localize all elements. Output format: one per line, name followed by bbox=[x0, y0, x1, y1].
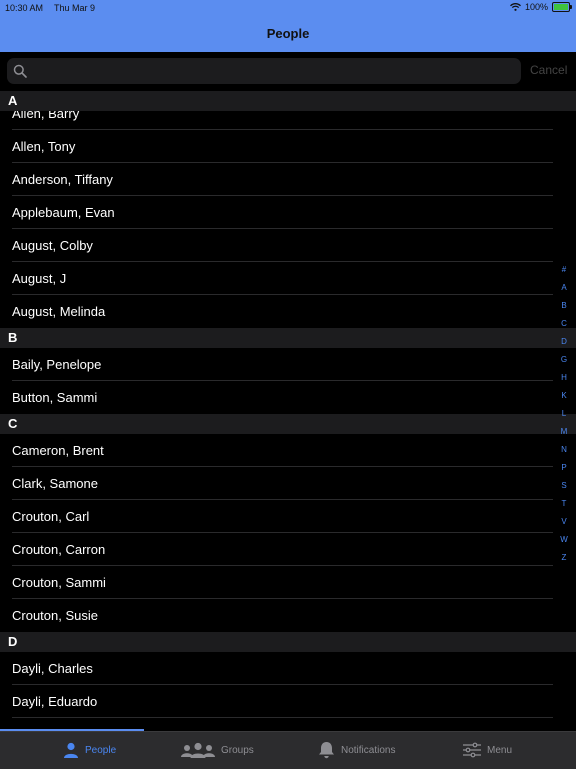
section-header: A bbox=[0, 91, 576, 111]
tab-people[interactable]: People bbox=[63, 738, 116, 762]
tab-label: Menu bbox=[487, 744, 513, 756]
navigation-header: 10:30 AM Thu Mar 9 100% People bbox=[0, 0, 576, 52]
index-letter[interactable]: V bbox=[558, 513, 570, 531]
index-letter[interactable]: Z bbox=[558, 549, 570, 567]
list-item[interactable]: August, Melinda bbox=[0, 295, 576, 328]
list-item[interactable]: Allen, Tony bbox=[0, 130, 576, 163]
index-letter[interactable]: M bbox=[558, 423, 570, 441]
index-letter[interactable]: L bbox=[558, 405, 570, 423]
list-item[interactable]: Dayli, Eduardo bbox=[0, 685, 576, 718]
tab-groups[interactable]: Groups bbox=[181, 738, 254, 762]
index-letter[interactable]: T bbox=[558, 495, 570, 513]
contact-name: Crouton, Susie bbox=[12, 608, 98, 623]
tab-notifications[interactable]: Notifications bbox=[318, 738, 395, 762]
battery-icon bbox=[552, 2, 572, 12]
index-letter[interactable]: D bbox=[558, 333, 570, 351]
contact-name: Allen, Tony bbox=[12, 139, 76, 154]
search-bar: Cancel bbox=[0, 53, 576, 90]
index-letter[interactable]: C bbox=[558, 315, 570, 333]
contact-name: August, Colby bbox=[12, 238, 93, 253]
search-input[interactable] bbox=[33, 58, 517, 86]
page-title: People bbox=[266, 26, 310, 41]
list-item[interactable]: Crouton, Susie bbox=[0, 599, 576, 632]
contact-name: Crouton, Carron bbox=[12, 542, 106, 557]
contact-name: Button, Sammi bbox=[12, 390, 98, 405]
list-item[interactable]: Applebaum, Evan bbox=[0, 196, 576, 229]
section-header: B bbox=[0, 328, 576, 348]
index-letter[interactable]: # bbox=[558, 261, 570, 279]
tab-label: Groups bbox=[221, 744, 254, 756]
contact-name: Anderson, Tiffany bbox=[12, 172, 113, 187]
list-item[interactable]: Crouton, Sammi bbox=[0, 566, 576, 599]
tab-label: People bbox=[85, 744, 117, 756]
contact-name: Baily, Penelope bbox=[12, 357, 102, 372]
list-item[interactable]: Cameron, Brent bbox=[0, 434, 576, 467]
cancel-button[interactable]: Cancel bbox=[530, 63, 567, 77]
people-list[interactable]: Allen, Barry Allen, Tony Anderson, Tiffany… bbox=[0, 91, 576, 731]
index-letter[interactable]: H bbox=[558, 369, 570, 387]
search-icon bbox=[13, 64, 27, 78]
list-item[interactable]: Dayli, Charles bbox=[0, 652, 576, 685]
list-item[interactable]: Baily, Penelope bbox=[0, 348, 576, 381]
contact-name: August, Melinda bbox=[12, 304, 106, 319]
contact-name: Clark, Samone bbox=[12, 476, 98, 491]
status-date: Thu Mar 9 bbox=[54, 3, 96, 13]
list-item[interactable]: Crouton, Carl bbox=[0, 500, 576, 533]
list-item[interactable]: Clark, Samone bbox=[0, 467, 576, 500]
contact-name: Cameron, Brent bbox=[12, 443, 104, 458]
contact-name: Dayli, Charles bbox=[12, 661, 93, 676]
index-letter[interactable]: G bbox=[558, 351, 570, 369]
group-icon bbox=[181, 742, 215, 758]
contact-name: Crouton, Carl bbox=[12, 509, 90, 524]
section-header: C bbox=[0, 414, 576, 434]
list-item[interactable]: Button, Sammi bbox=[0, 381, 576, 414]
status-indicators: 100% bbox=[510, 2, 572, 12]
index-letter[interactable]: A bbox=[558, 279, 570, 297]
list-item[interactable]: August, Colby bbox=[0, 229, 576, 262]
bell-icon bbox=[319, 742, 334, 759]
list-item[interactable]: Anderson, Tiffany bbox=[0, 163, 576, 196]
person-icon bbox=[64, 742, 78, 758]
wifi-icon bbox=[510, 3, 521, 11]
contact-name: Dayli, Eduardo bbox=[12, 694, 98, 709]
index-letter[interactable]: P bbox=[558, 459, 570, 477]
list-item[interactable]: August, J bbox=[0, 262, 576, 295]
index-letter[interactable]: K bbox=[558, 387, 570, 405]
index-letter[interactable]: B bbox=[558, 297, 570, 315]
index-letter[interactable]: N bbox=[558, 441, 570, 459]
section-header: D bbox=[0, 632, 576, 652]
contact-name: August, J bbox=[12, 271, 67, 286]
contact-name: Crouton, Sammi bbox=[12, 575, 106, 590]
battery-percent: 100% bbox=[524, 2, 548, 12]
list-item[interactable]: Crouton, Carron bbox=[0, 533, 576, 566]
index-letter[interactable]: W bbox=[558, 531, 570, 549]
section-index[interactable]: # A B C D G H K L M N P S T V W Z bbox=[558, 261, 570, 567]
status-time: 10:30 AM bbox=[5, 3, 44, 13]
sliders-icon bbox=[463, 742, 481, 758]
tab-label: Notifications bbox=[341, 744, 396, 756]
tab-bar: People Groups Notifications Menu bbox=[0, 731, 576, 769]
contact-name: Applebaum, Evan bbox=[12, 205, 115, 220]
search-field[interactable] bbox=[7, 58, 521, 86]
tab-menu[interactable]: Menu bbox=[463, 738, 512, 762]
index-letter[interactable]: S bbox=[558, 477, 570, 495]
